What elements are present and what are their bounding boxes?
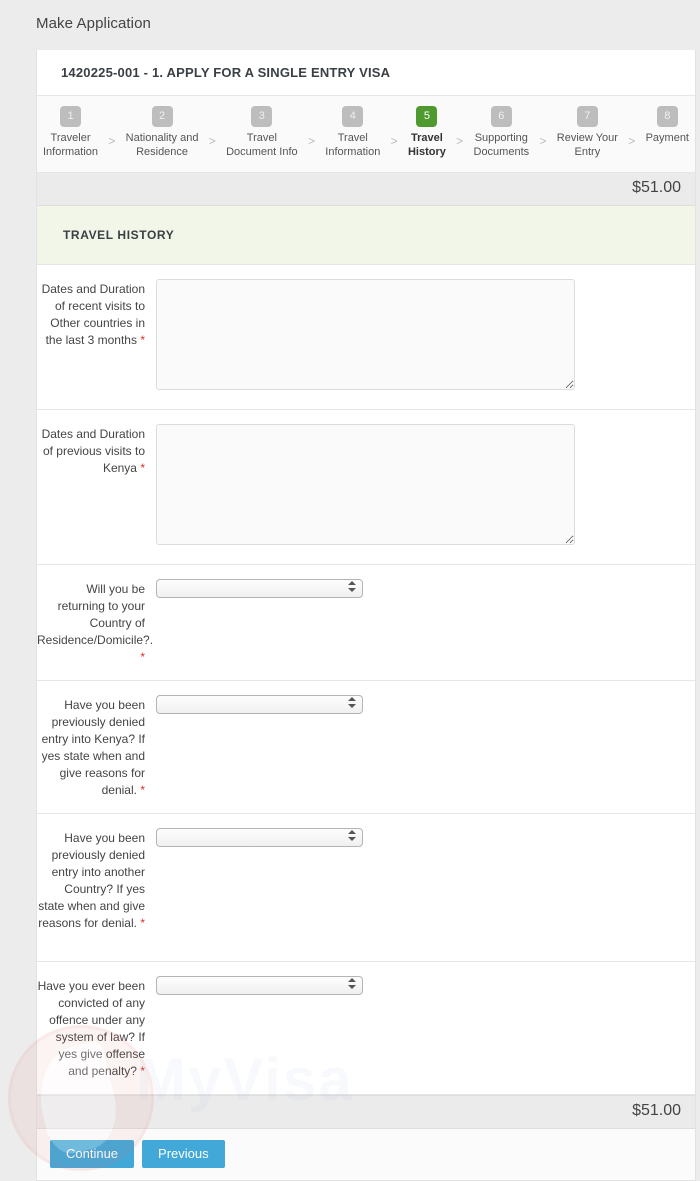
stepper-separator-icon: > — [208, 134, 216, 148]
stepper-separator-icon: > — [539, 134, 547, 148]
field-control — [145, 828, 695, 847]
previous-button[interactable]: Previous — [142, 1139, 225, 1168]
denied-entry-kenya-select[interactable] — [156, 695, 363, 714]
stepper-step-review-your-entry[interactable]: 7 Review Your Entry — [557, 106, 618, 160]
step-badge: 7 — [576, 106, 598, 127]
step-badge: 2 — [151, 106, 173, 127]
returning-home-select[interactable] — [156, 579, 363, 598]
kenya-visits-textarea[interactable] — [156, 423, 575, 545]
step-label: Travel History — [407, 132, 446, 158]
step-badge: 3 — [251, 106, 273, 127]
step-label: Traveler Information — [43, 132, 99, 158]
field-group-recent-visits: Dates and Duration of recent visits to O… — [37, 264, 695, 410]
application-header: 1420225-001 - 1. APPLY FOR A SINGLE ENTR… — [37, 50, 695, 96]
page-title: Make Application — [36, 15, 152, 32]
select-wrapper — [156, 579, 363, 598]
step-badge: 4 — [342, 106, 364, 127]
step-badge: 5 — [416, 106, 438, 127]
stepper-separator-icon: > — [628, 134, 636, 148]
footer-actions: Continue Previous — [37, 1128, 695, 1180]
recent-visits-textarea[interactable] — [156, 278, 575, 390]
stepper: 1 Traveler Information > 2 Nationality a… — [37, 96, 695, 173]
stepper-separator-icon: > — [307, 134, 315, 148]
stepper-step-travel-information[interactable]: 4 Travel Information — [325, 106, 380, 160]
step-label: Travel Information — [325, 132, 381, 158]
step-label: Review Your Entry — [556, 132, 618, 158]
label-text: Have you been previously denied entry in… — [38, 830, 145, 930]
field-label-recent-visits: Dates and Duration of recent visits to O… — [37, 279, 145, 349]
stepper-step-traveler-information[interactable]: 1 Traveler Information — [43, 106, 98, 160]
step-badge: 6 — [490, 106, 512, 127]
step-label: Payment — [645, 132, 689, 144]
label-text: Have you ever been convicted of any offe… — [37, 978, 145, 1078]
required-marker: * — [140, 782, 145, 797]
required-marker: * — [140, 915, 145, 930]
field-group-returning-home: Will you be returning to your Country of… — [37, 564, 695, 681]
field-control — [145, 278, 695, 395]
stepper-step-nationality-and-residence[interactable]: 2 Nationality and Residence — [125, 106, 199, 160]
convicted-of-offence-select[interactable] — [156, 976, 363, 995]
field-group-kenya-visits: Dates and Duration of previous visits to… — [37, 409, 695, 565]
stepper-step-supporting-documents[interactable]: 6 Supporting Documents — [473, 106, 530, 160]
field-label-convicted-of-offence: Have you ever been convicted of any offe… — [37, 976, 145, 1080]
step-label: Nationality and Residence — [125, 132, 199, 158]
stepper-separator-icon: > — [390, 134, 398, 148]
field-control — [145, 423, 695, 550]
field-control — [145, 976, 695, 995]
application-card: 1420225-001 - 1. APPLY FOR A SINGLE ENTR… — [36, 50, 696, 1181]
field-label-returning-home: Will you be returning to your Country of… — [37, 579, 153, 666]
select-wrapper — [156, 976, 363, 995]
field-label-denied-entry-other-country: Have you been previously denied entry in… — [37, 828, 145, 932]
stepper-separator-icon: > — [108, 134, 116, 148]
step-label: Supporting Documents — [473, 132, 530, 158]
label-text: Will you be returning to your Country of… — [37, 581, 154, 647]
label-text: Have you been previously denied entry in… — [41, 697, 145, 797]
required-marker: * — [140, 1063, 145, 1078]
field-control — [145, 579, 695, 598]
required-marker: * — [140, 649, 145, 664]
field-group-convicted-of-offence: Have you ever been convicted of any offe… — [37, 961, 695, 1095]
label-text: Dates and Duration of previous visits to… — [41, 426, 145, 475]
continue-button[interactable]: Continue — [50, 1139, 135, 1168]
section-title: TRAVEL HISTORY — [37, 205, 695, 265]
step-badge: 1 — [60, 106, 82, 127]
stepper-separator-icon: > — [456, 134, 464, 148]
select-wrapper — [156, 695, 363, 714]
select-wrapper — [156, 828, 363, 847]
stepper-step-travel-document-info[interactable]: 3 Travel Document Info — [226, 106, 298, 160]
field-label-denied-entry-kenya: Have you been previously denied entry in… — [37, 695, 145, 799]
field-label-kenya-visits: Dates and Duration of previous visits to… — [37, 424, 145, 477]
denied-entry-other-country-select[interactable] — [156, 828, 363, 847]
stepper-step-travel-history[interactable]: 5 Travel History — [408, 106, 446, 160]
price-bar-top: $51.00 — [37, 172, 695, 206]
field-control — [145, 695, 695, 714]
stepper-step-payment[interactable]: 8 Payment — [646, 106, 689, 146]
field-group-denied-entry-other-country: Have you been previously denied entry in… — [37, 813, 695, 962]
label-text: Dates and Duration of recent visits to O… — [41, 281, 145, 347]
step-badge: 8 — [656, 106, 678, 127]
step-label: Travel Document Info — [226, 132, 298, 158]
field-group-denied-entry-kenya: Have you been previously denied entry in… — [37, 680, 695, 814]
price-bar-bottom: $51.00 — [37, 1094, 695, 1129]
